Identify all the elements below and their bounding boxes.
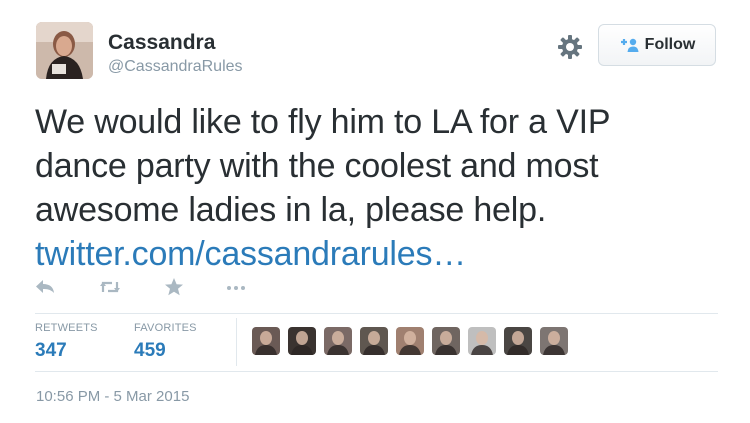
favoriter-avatar[interactable] (360, 327, 388, 355)
favoriter-avatar[interactable] (252, 327, 280, 355)
favoriter-avatar[interactable] (288, 327, 316, 355)
reply-icon[interactable] (34, 277, 58, 297)
more-options-icon[interactable] (224, 277, 248, 297)
follow-button[interactable]: Follow (598, 24, 716, 66)
favoriter-avatar[interactable] (504, 327, 532, 355)
favorites-count[interactable]: 459 (134, 340, 166, 362)
tweet-text: We would like to fly him to LA for a VIP… (35, 100, 725, 276)
user-avatar[interactable] (36, 22, 93, 79)
favoriter-avatar[interactable] (432, 327, 460, 355)
user-display-name[interactable]: Cassandra (108, 31, 215, 55)
tweet-text-line: awesome ladies in la, please help. (35, 191, 547, 229)
user-screen-name[interactable]: @CassandraRules (108, 58, 243, 76)
tweet-card: Cassandra @CassandraRules Follow We woul… (0, 0, 750, 423)
tweet-timestamp[interactable]: 10:56 PM - 5 Mar 2015 (36, 388, 189, 405)
favoriter-avatar[interactable] (396, 327, 424, 355)
add-user-icon (619, 37, 639, 53)
tweet-link[interactable]: twitter.com/cassandrarules… (35, 235, 466, 273)
favorite-star-icon[interactable] (162, 277, 186, 297)
follow-button-label: Follow (644, 36, 696, 53)
retweets-label: RETWEETS (35, 322, 98, 334)
tweet-text-line: We would like to fly him to LA for a VIP (35, 103, 611, 141)
avatar-photo (36, 22, 93, 79)
stats-top-divider (35, 313, 718, 314)
retweet-icon[interactable] (98, 277, 122, 297)
retweets-count[interactable]: 347 (35, 340, 67, 362)
stats-separator (236, 318, 237, 366)
favoriter-avatar[interactable] (468, 327, 496, 355)
favoriter-avatar[interactable] (540, 327, 568, 355)
favoriter-avatar[interactable] (324, 327, 352, 355)
tweet-text-line: dance party with the coolest and most (35, 147, 599, 185)
favorites-label: FAVORITES (134, 322, 197, 334)
stats-bottom-divider (35, 371, 718, 372)
gear-icon[interactable] (556, 33, 584, 61)
